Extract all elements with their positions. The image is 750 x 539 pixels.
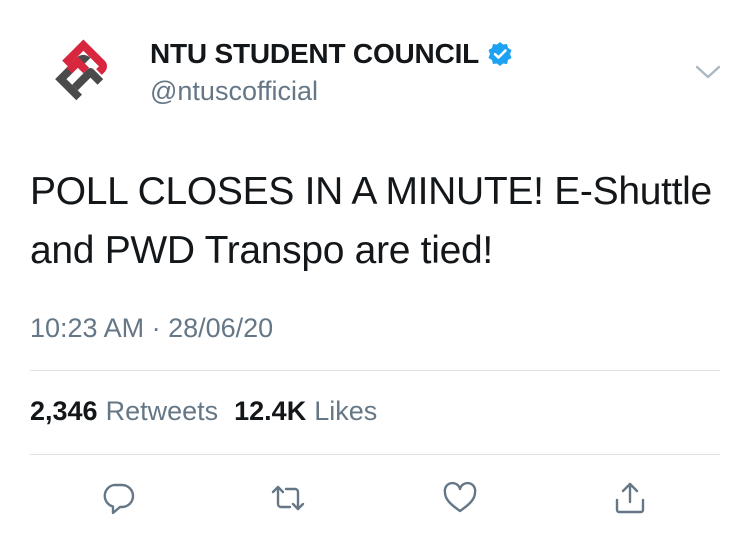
avatar[interactable] <box>38 28 126 116</box>
share-button[interactable] <box>610 478 650 518</box>
reply-icon <box>103 483 135 515</box>
retweets-label[interactable]: Retweets <box>106 396 219 427</box>
engagement-stats: 2,346 Retweets 12.4K Likes <box>30 396 377 427</box>
tweet-text: POLL CLOSES IN A MINUTE! E-Shuttle and P… <box>30 170 712 272</box>
heart-icon <box>443 481 477 513</box>
retweets-count[interactable]: 2,346 <box>30 396 98 427</box>
verified-badge-icon <box>487 41 513 67</box>
chevron-down-icon[interactable] <box>694 62 722 82</box>
likes-label[interactable]: Likes <box>314 396 377 427</box>
divider <box>30 370 720 371</box>
retweet-button[interactable] <box>268 478 308 518</box>
tweet-actions <box>0 474 750 524</box>
like-button[interactable] <box>440 478 480 518</box>
account-handle[interactable]: @ntuscofficial <box>150 76 318 107</box>
reply-button[interactable] <box>98 478 138 518</box>
retweet-icon <box>271 485 305 511</box>
divider <box>30 454 720 455</box>
display-name[interactable]: NTU STUDENT COUNCIL <box>150 38 479 70</box>
ntu-logo-icon <box>55 39 107 101</box>
share-icon <box>615 482 645 514</box>
tweet-timestamp[interactable]: 10:23 AM · 28/06/20 <box>30 313 273 344</box>
likes-count[interactable]: 12.4K <box>234 396 306 427</box>
tweet-header: NTU STUDENT COUNCIL @ntuscofficial <box>0 0 750 130</box>
